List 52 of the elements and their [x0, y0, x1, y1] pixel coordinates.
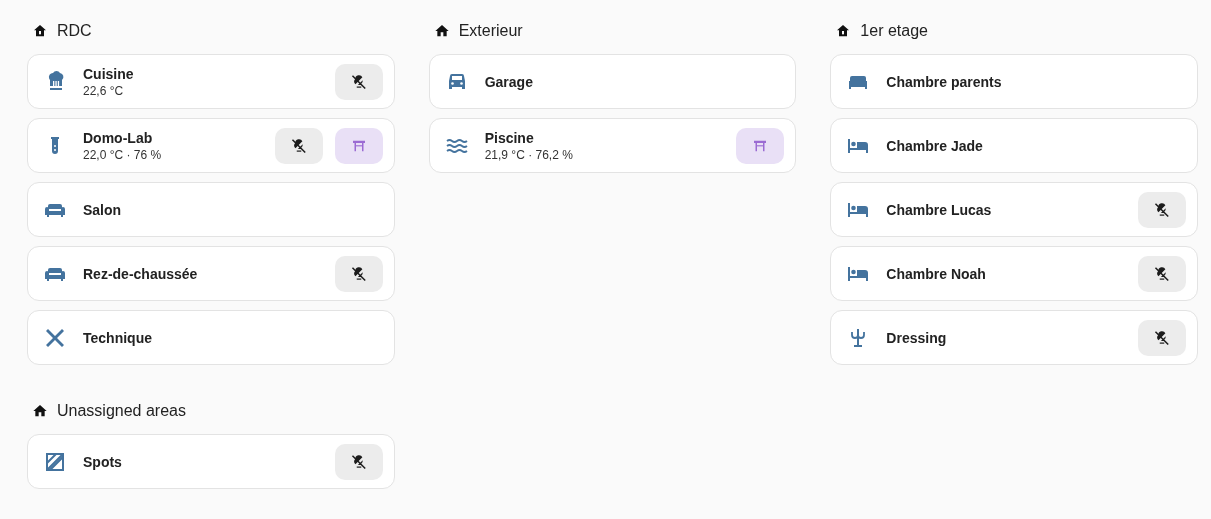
home-icon	[433, 23, 450, 39]
room-name: Salon	[83, 200, 123, 219]
section-title: Unassigned areas	[57, 401, 186, 421]
room-card[interactable]: Technique	[27, 310, 395, 365]
lightbulb-off-icon	[1153, 264, 1171, 283]
room-card[interactable]: Chambre Jade	[830, 118, 1198, 173]
lightbulb-off-icon	[1153, 200, 1171, 219]
room-state: 21,9 °C · 76,2 %	[484, 146, 574, 163]
room-card[interactable]: Rez-de-chaussée	[27, 246, 395, 301]
light-toggle-button[interactable]	[1138, 319, 1186, 356]
light-toggle-button[interactable]	[334, 255, 383, 292]
home-icon	[32, 403, 48, 419]
room-card[interactable]: Spots	[27, 434, 395, 489]
lightbulb-off-icon	[349, 72, 368, 91]
section-title: Exterieur	[458, 21, 523, 41]
table-toggle-button[interactable]	[736, 127, 785, 164]
room-name: Spots	[83, 452, 123, 471]
room-card[interactable]: Chambre Lucas	[830, 182, 1198, 237]
light-toggle-button[interactable]	[334, 443, 383, 480]
lightbulb-off-icon	[1153, 328, 1171, 347]
light-toggle-button[interactable]	[334, 63, 383, 100]
light-toggle-button[interactable]	[1138, 255, 1186, 292]
lightbulb-off-icon	[349, 264, 368, 283]
room-card[interactable]: Chambre Noah	[830, 246, 1198, 301]
room-name: Chambre Jade	[886, 136, 984, 155]
light-toggle-button[interactable]	[274, 127, 323, 164]
room-name: Rez-de-chaussée	[83, 264, 199, 283]
room-name: Chambre parents	[886, 72, 1003, 91]
section-title: RDC	[57, 21, 92, 41]
room-card[interactable]: Piscine 21,9 °C · 76,2 %	[428, 118, 797, 173]
room-name: Garage	[484, 72, 534, 91]
room-name: Cuisine	[83, 64, 135, 83]
room-card[interactable]: Dressing	[830, 310, 1198, 365]
light-toggle-button[interactable]	[1138, 191, 1186, 228]
lightbulb-off-icon	[289, 136, 308, 155]
section-title: 1er etage	[860, 21, 928, 41]
room-name: Domo-Lab	[83, 128, 154, 147]
room-card[interactable]: Salon	[27, 182, 395, 237]
room-state: 22,6 °C	[83, 82, 125, 99]
room-card[interactable]: Cuisine 22,6 °C	[27, 54, 395, 109]
room-name: Piscine	[484, 128, 535, 147]
room-state: 22,0 °C · 76 %	[83, 146, 163, 163]
room-card[interactable]: Garage	[428, 54, 797, 109]
home-icon	[32, 23, 48, 39]
room-name: Chambre Lucas	[886, 200, 993, 219]
room-name: Dressing	[886, 328, 948, 347]
lightbulb-off-icon	[349, 452, 368, 471]
room-card[interactable]: Chambre parents	[830, 54, 1198, 109]
room-card[interactable]: Domo-Lab 22,0 °C · 76 %	[27, 118, 395, 173]
room-name: Chambre Noah	[886, 264, 987, 283]
table-toggle-button[interactable]	[334, 127, 383, 164]
room-name: Technique	[83, 328, 153, 347]
